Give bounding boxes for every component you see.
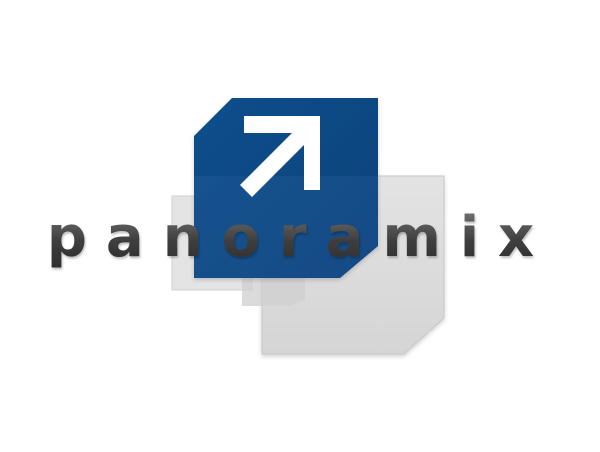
wordmark: panoramix [47, 205, 553, 270]
logo-stage: panoramix [0, 0, 600, 452]
wordmark-text: panoramix [47, 205, 553, 270]
